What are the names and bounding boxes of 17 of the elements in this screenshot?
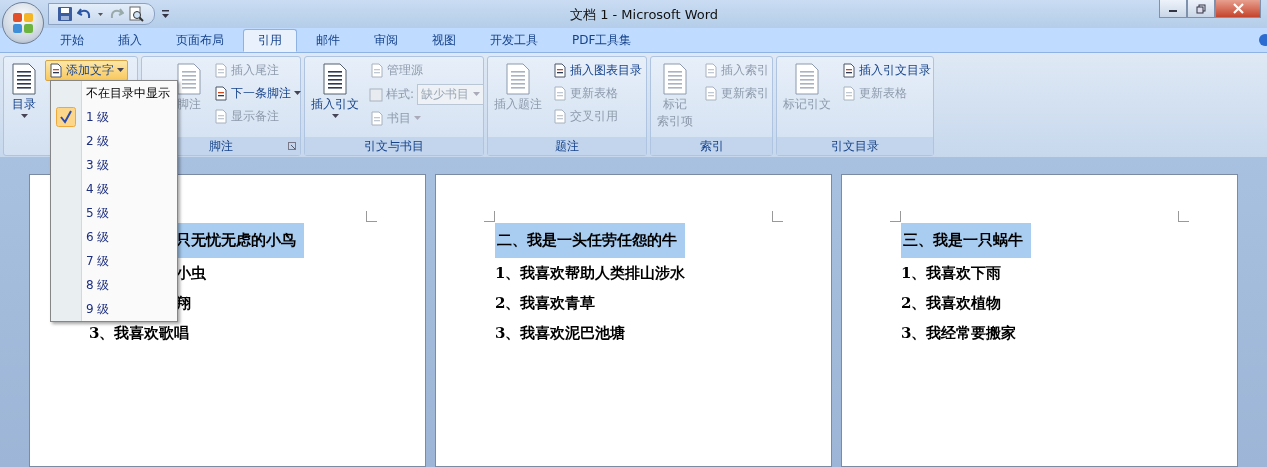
document-text: 3、我喜欢歌唱 bbox=[89, 322, 190, 344]
document-text: 小虫 bbox=[176, 262, 206, 284]
document-text: 2、我喜欢植物 bbox=[901, 292, 1002, 314]
document-text: 1、我喜欢下雨 bbox=[901, 262, 1002, 284]
style-label: 样式: bbox=[386, 86, 415, 103]
group-label: 题注 bbox=[555, 137, 579, 155]
group-label: 引文与书目 bbox=[364, 137, 424, 155]
document-text: 3、我经常要搬家 bbox=[901, 322, 1017, 344]
document-text: 2、我喜欢青草 bbox=[495, 292, 596, 314]
document-text: 3、我喜欢泥巴池塘 bbox=[495, 322, 626, 344]
window-title: 文档 1 - Microsoft Word bbox=[570, 6, 719, 24]
document-text: 1、我喜欢帮助人类排山涉水 bbox=[495, 262, 686, 284]
document-text: 二、我是一头任劳任怨的牛 bbox=[495, 222, 685, 258]
group-label: 索引 bbox=[699, 137, 724, 155]
document-text: 三、我是一只蜗牛 bbox=[901, 222, 1031, 258]
group-label: 脚注 bbox=[209, 137, 233, 155]
group-label: 引文目录 bbox=[831, 137, 879, 155]
